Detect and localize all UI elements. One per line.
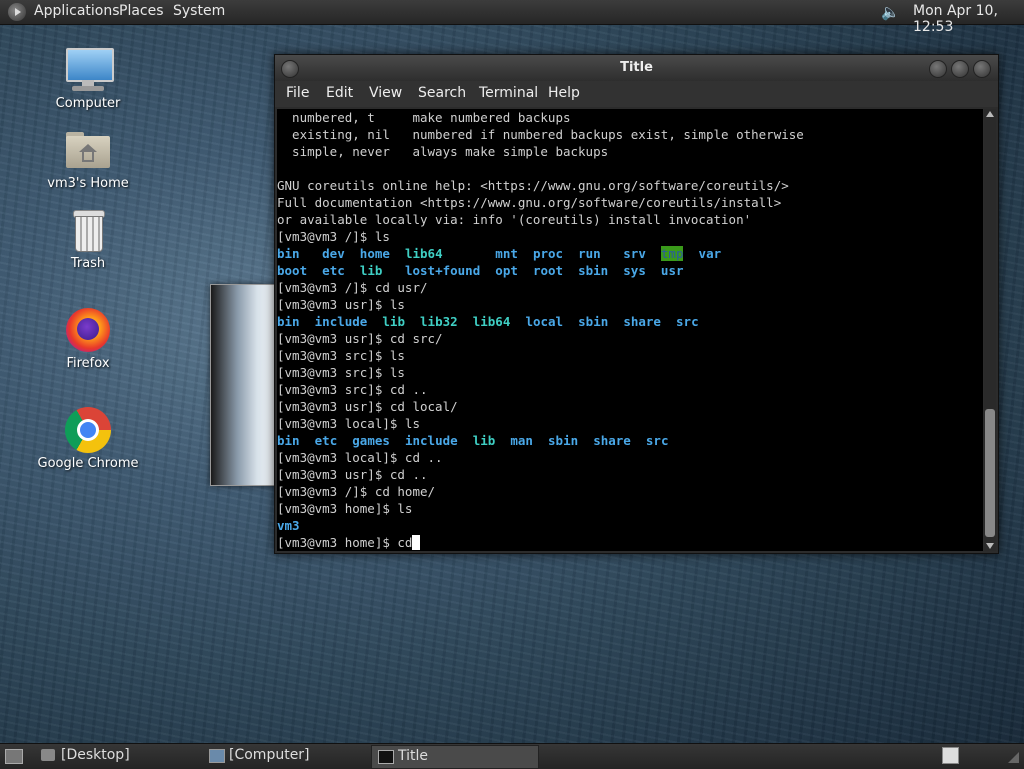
home-folder-icon xyxy=(64,126,112,174)
terminal-line: [vm3@vm3 src]$ cd .. xyxy=(277,382,428,397)
desktop-icon-label: Trash xyxy=(70,256,106,271)
window-titlebar[interactable]: Title xyxy=(275,55,998,81)
taskbar-item-terminal[interactable]: Title xyxy=(371,745,539,769)
terminal-line: [vm3@vm3 usr]$ cd .. xyxy=(277,467,428,482)
desktop-icon-label: Firefox xyxy=(66,356,110,371)
terminal-line: [vm3@vm3 src]$ ls xyxy=(277,348,405,363)
terminal-line: [vm3@vm3 usr]$ cd src/ xyxy=(277,331,443,346)
minimize-button[interactable] xyxy=(929,60,947,78)
desktop-icon-label: Google Chrome xyxy=(37,456,139,471)
terminal-line: vm3 xyxy=(277,518,300,533)
window-menubar: File Edit View Search Terminal Help xyxy=(275,81,998,107)
computer-icon xyxy=(64,46,114,94)
firefox-icon xyxy=(64,306,112,354)
terminal-line: [vm3@vm3 src]$ ls xyxy=(277,365,405,380)
close-button[interactable] xyxy=(973,60,991,78)
menu-places[interactable]: Places xyxy=(119,3,164,19)
terminal-line: bin dev home lib64 mnt proc run srv tmp … xyxy=(277,246,722,261)
terminal-line: [vm3@vm3 local]$ ls xyxy=(277,416,420,431)
terminal-line: numbered, t make numbered backups xyxy=(277,110,571,125)
maximize-button[interactable] xyxy=(951,60,969,78)
terminal-line: [vm3@vm3 /]$ cd usr/ xyxy=(277,280,428,295)
terminal-line: [vm3@vm3 /]$ ls xyxy=(277,229,390,244)
taskbar-label: [Desktop] xyxy=(61,747,130,763)
menu-search[interactable]: Search xyxy=(418,85,466,101)
menu-view[interactable]: View xyxy=(369,85,402,101)
chrome-icon xyxy=(64,406,112,454)
menu-file[interactable]: File xyxy=(286,85,309,101)
terminal-line: [vm3@vm3 home]$ ls xyxy=(277,501,413,516)
volume-icon[interactable]: 🔈 xyxy=(881,3,901,21)
menu-terminal[interactable]: Terminal xyxy=(479,85,538,101)
workspace-switcher[interactable] xyxy=(942,747,959,764)
terminal-line: or available locally via: info '(coreuti… xyxy=(277,212,752,227)
taskbar-label: [Computer] xyxy=(229,747,310,763)
terminal-line: [vm3@vm3 usr]$ cd local/ xyxy=(277,399,458,414)
scrollbar-thumb[interactable] xyxy=(985,409,995,537)
bottom-panel: [Desktop] [Computer] Title xyxy=(0,743,1024,769)
menu-applications[interactable]: Applications xyxy=(34,3,120,19)
terminal-scrollbar[interactable] xyxy=(984,109,996,551)
background-window[interactable] xyxy=(210,284,278,486)
terminal-text: numbered, t make numbered backups existi… xyxy=(277,109,983,551)
terminal-line: [vm3@vm3 local]$ cd .. xyxy=(277,450,443,465)
terminal-line: GNU coreutils online help: <https://www.… xyxy=(277,178,789,193)
scroll-down-arrow-icon[interactable] xyxy=(986,543,994,549)
desktop-icon-label: vm3's Home xyxy=(47,176,129,191)
show-desktop-icon[interactable] xyxy=(5,749,23,764)
terminal-line: Full documentation <https://www.gnu.org/… xyxy=(277,195,782,210)
scroll-up-arrow-icon[interactable] xyxy=(986,111,994,117)
terminal-output[interactable]: numbered, t make numbered backups existi… xyxy=(277,109,983,551)
desktop-icon-home[interactable]: vm3's Home xyxy=(33,126,143,191)
distro-logo-icon[interactable] xyxy=(8,3,26,21)
window-title: Title xyxy=(620,60,653,75)
desktop-icon-computer[interactable]: Computer xyxy=(33,46,143,111)
terminal-line: [vm3@vm3 /]$ cd home/ xyxy=(277,484,436,499)
top-panel: Applications Places System 🔈 Mon Apr 10,… xyxy=(0,0,1024,35)
terminal-line: existing, nil numbered if numbered backu… xyxy=(277,127,804,142)
resize-grip-icon xyxy=(1008,752,1019,763)
terminal-line: boot etc lib lost+found opt root sbin sy… xyxy=(277,263,684,278)
terminal-line: bin include lib lib32 lib64 local sbin s… xyxy=(277,314,699,329)
menu-system[interactable]: System xyxy=(173,3,225,19)
clock[interactable]: Mon Apr 10, 12:53 xyxy=(913,3,1024,35)
terminal-cursor xyxy=(412,535,421,550)
taskbar-item-computer[interactable]: [Computer] xyxy=(203,745,363,767)
terminal-line: bin etc games include lib man sbin share… xyxy=(277,433,669,448)
terminal-line: [vm3@vm3 home]$ cd xyxy=(277,534,983,551)
trash-icon xyxy=(64,206,112,254)
folder-icon xyxy=(41,749,55,761)
menu-help[interactable]: Help xyxy=(548,85,580,101)
terminal-icon xyxy=(378,750,394,764)
desktop-icon-label: Computer xyxy=(55,96,121,111)
taskbar-item-desktop[interactable]: [Desktop] xyxy=(35,745,195,767)
desktop-icon-chrome[interactable]: Google Chrome xyxy=(33,406,143,471)
terminal-line: [vm3@vm3 usr]$ ls xyxy=(277,297,405,312)
terminal-window[interactable]: Title File Edit View Search Terminal Hel… xyxy=(274,54,999,554)
desktop-icon-trash[interactable]: Trash xyxy=(33,206,143,271)
taskbar-label: Title xyxy=(398,748,429,764)
terminal-line: simple, never always make simple backups xyxy=(277,144,609,159)
computer-icon xyxy=(209,749,225,763)
menu-edit[interactable]: Edit xyxy=(326,85,353,101)
desktop-icon-firefox[interactable]: Firefox xyxy=(33,306,143,371)
